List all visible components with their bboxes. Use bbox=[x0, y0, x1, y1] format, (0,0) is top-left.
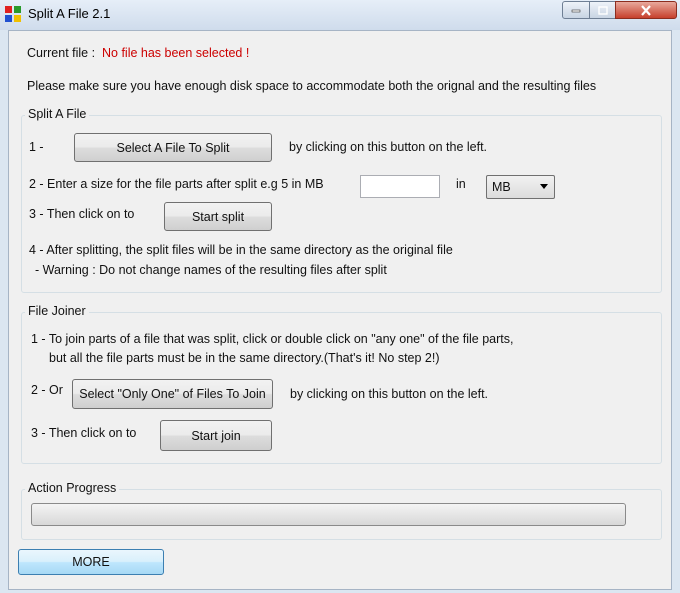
split-size-input[interactable] bbox=[360, 175, 440, 198]
split-step4-text: 4 - After splitting, the split files wil… bbox=[29, 243, 453, 257]
select-file-to-join-button[interactable]: Select "Only One" of Files To Join bbox=[72, 379, 273, 409]
unit-select-value: MB bbox=[492, 180, 511, 194]
start-join-button[interactable]: Start join bbox=[160, 420, 272, 451]
maximize-icon bbox=[597, 5, 608, 15]
join-group-legend: File Joiner bbox=[25, 304, 89, 318]
progress-group-legend: Action Progress bbox=[25, 481, 120, 495]
close-icon bbox=[641, 4, 651, 16]
start-split-button[interactable]: Start split bbox=[164, 202, 272, 231]
split-step1-prefix: 1 - bbox=[29, 140, 44, 154]
minimize-button[interactable] bbox=[562, 1, 590, 19]
minimize-icon bbox=[571, 9, 581, 13]
close-button[interactable] bbox=[615, 1, 677, 19]
split-group-legend: Split A File bbox=[25, 107, 90, 121]
window-title: Split A File 2.1 bbox=[28, 6, 111, 21]
current-file-label: Current file : bbox=[27, 46, 96, 60]
client-area: Current file : No file has been selected… bbox=[8, 30, 672, 590]
join-step2-prefix: 2 - Or bbox=[31, 383, 63, 397]
split-warning-text: - Warning : Do not change names of the r… bbox=[35, 263, 387, 277]
disk-space-notice: Please make sure you have enough disk sp… bbox=[27, 79, 597, 93]
join-step3-text: 3 - Then click on to bbox=[31, 426, 137, 440]
unit-in-label: in bbox=[456, 177, 466, 191]
split-step2-text: 2 - Enter a size for the file parts afte… bbox=[29, 177, 324, 191]
split-step3-text: 3 - Then click on to bbox=[29, 207, 135, 221]
join-step1-line2: but all the file parts must be in the sa… bbox=[49, 351, 440, 365]
maximize-button[interactable] bbox=[589, 1, 616, 19]
action-progress-bar bbox=[31, 503, 626, 526]
join-step2-suffix: by clicking on this button on the left. bbox=[290, 387, 489, 401]
more-button[interactable]: MORE bbox=[18, 549, 164, 575]
app-icon bbox=[5, 6, 21, 22]
join-step1-line1: 1 - To join parts of a file that was spl… bbox=[31, 332, 514, 346]
title-bar: Split A File 2.1 bbox=[0, 0, 680, 30]
unit-select[interactable]: MB bbox=[486, 175, 555, 199]
chevron-down-icon bbox=[540, 184, 548, 189]
current-file-value: No file has been selected ! bbox=[102, 46, 250, 60]
split-step1-suffix: by clicking on this button on the left. bbox=[289, 140, 488, 154]
select-file-to-split-button[interactable]: Select A File To Split bbox=[74, 133, 272, 162]
